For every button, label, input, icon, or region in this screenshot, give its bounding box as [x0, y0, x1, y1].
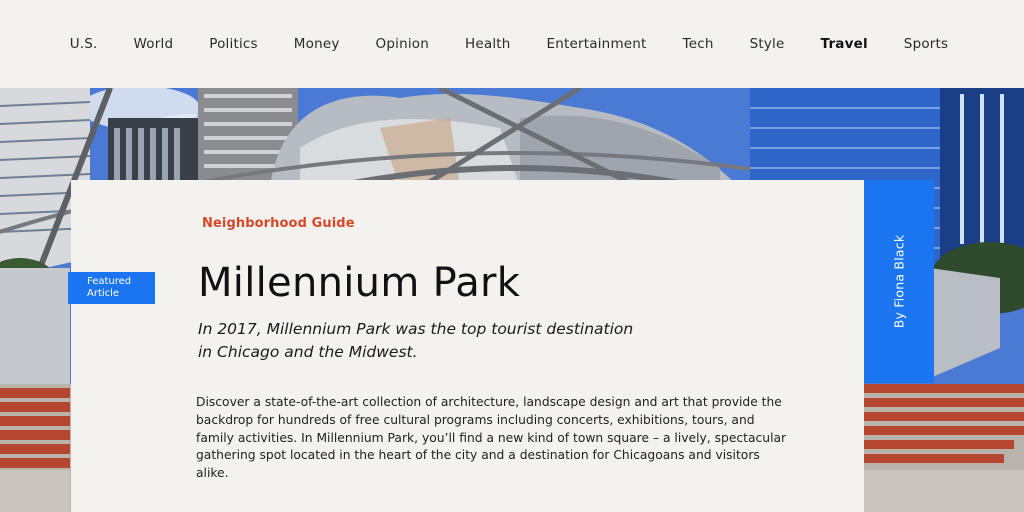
nav-item-entertainment[interactable]: Entertainment [529, 36, 665, 52]
nav-item-money[interactable]: Money [276, 36, 358, 52]
nav-item-politics[interactable]: Politics [191, 36, 276, 52]
nav-item-opinion[interactable]: Opinion [358, 36, 447, 52]
top-nav: U.S. World Politics Money Opinion Health… [0, 0, 1024, 88]
article-subtitle: In 2017, Millennium Park was the top tou… [198, 318, 668, 364]
subtitle-line-2: in Chicago and the Midwest. [198, 343, 418, 361]
subtitle-line-1: In 2017, Millennium Park was the top tou… [198, 320, 634, 338]
article-card: Neighborhood Guide Millennium Park In 20… [71, 180, 864, 512]
nav-item-travel[interactable]: Travel [803, 36, 886, 52]
nav-list: U.S. World Politics Money Opinion Health… [52, 36, 967, 52]
author-byline[interactable]: By Fiona Black [892, 235, 907, 329]
section-kicker[interactable]: Neighborhood Guide [202, 216, 355, 231]
article-title: Millennium Park [198, 260, 521, 306]
featured-article-badge: Featured Article [68, 272, 155, 304]
author-band: By Fiona Black [864, 180, 934, 383]
badge-line-2: Article [87, 288, 120, 299]
badge-line-1: Featured [87, 276, 132, 287]
nav-item-world[interactable]: World [116, 36, 192, 52]
page: U.S. World Politics Money Opinion Health… [0, 0, 1024, 512]
article-body: Discover a state-of-the-art collection o… [196, 395, 787, 481]
nav-item-us[interactable]: U.S. [52, 36, 116, 52]
nav-item-tech[interactable]: Tech [665, 36, 732, 52]
nav-item-style[interactable]: Style [732, 36, 803, 52]
nav-item-health[interactable]: Health [447, 36, 529, 52]
nav-item-sports[interactable]: Sports [886, 36, 966, 52]
